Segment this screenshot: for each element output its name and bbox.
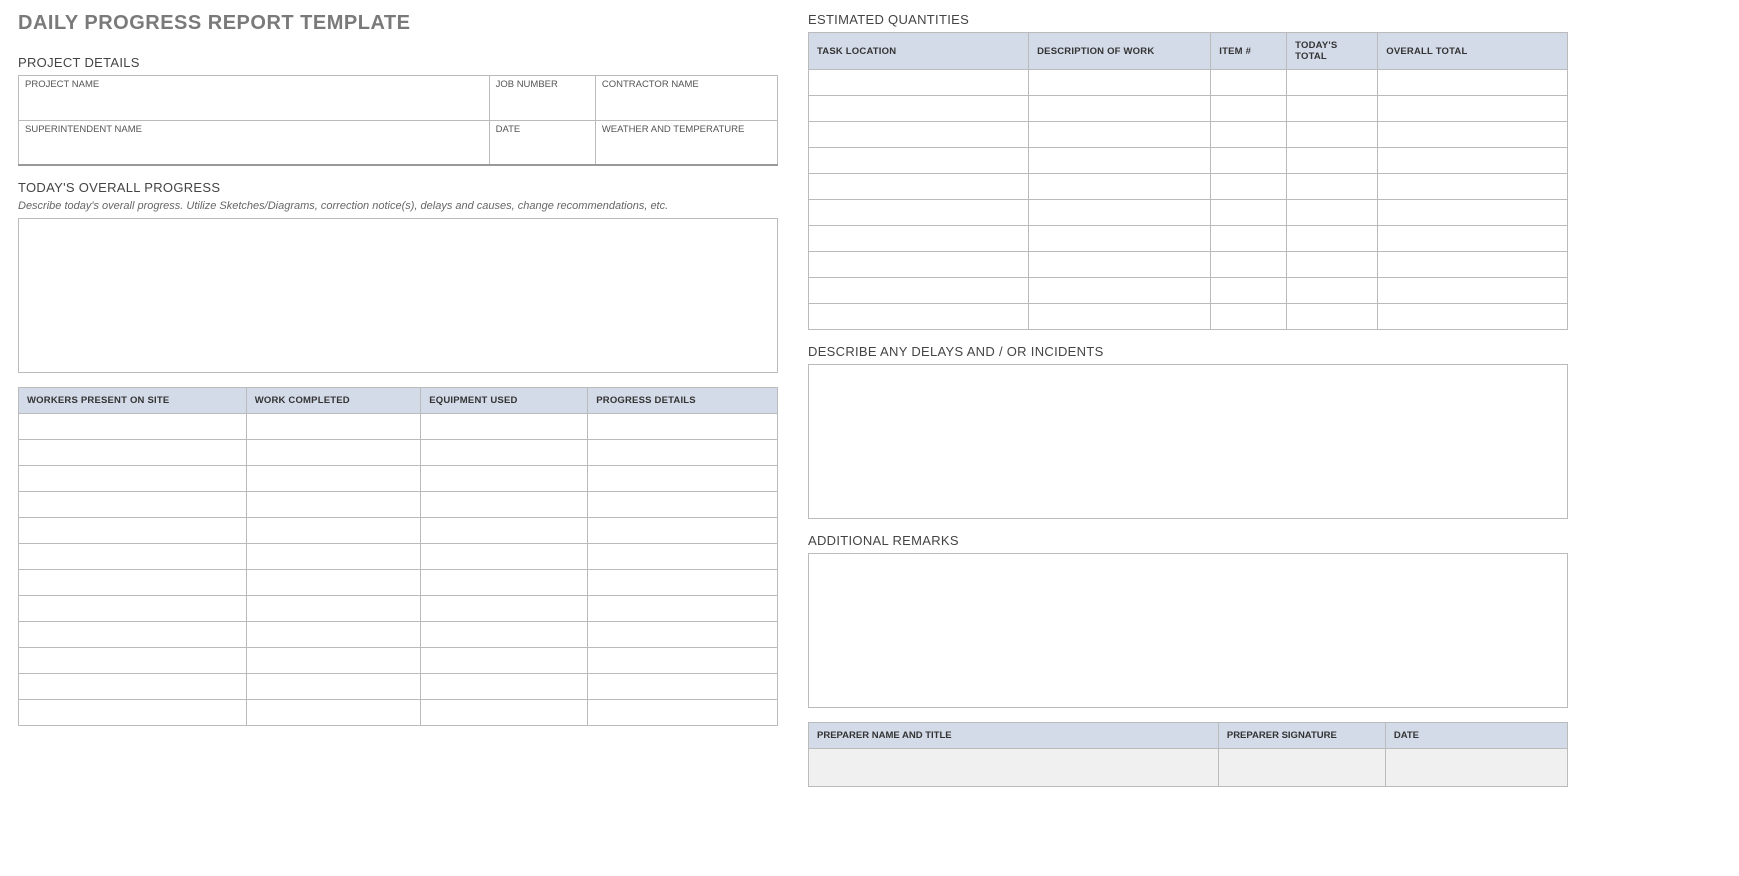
field-contractor-name[interactable]	[595, 92, 777, 120]
col-description: DESCRIPTION OF WORK	[1029, 33, 1211, 70]
overall-progress-heading: TODAY'S OVERALL PROGRESS	[18, 180, 778, 195]
project-details-heading: PROJECT DETAILS	[18, 55, 778, 70]
progress-table: WORKERS PRESENT ON SITE WORK COMPLETED E…	[18, 387, 778, 726]
col-date: DATE	[1385, 723, 1567, 749]
label-job-number: JOB NUMBER	[489, 76, 595, 93]
table-row[interactable]	[19, 647, 778, 673]
remarks-heading: ADDITIONAL REMARKS	[808, 533, 1568, 548]
table-row[interactable]	[809, 304, 1568, 330]
table-row[interactable]	[19, 595, 778, 621]
col-today-total: TODAY'S TOTAL	[1287, 33, 1378, 70]
table-row[interactable]	[19, 465, 778, 491]
col-preparer-signature: PREPARER SIGNATURE	[1218, 723, 1385, 749]
table-row[interactable]	[809, 226, 1568, 252]
delays-box[interactable]	[808, 364, 1568, 519]
table-row[interactable]	[19, 413, 778, 439]
table-row[interactable]	[19, 439, 778, 465]
field-preparer-name[interactable]	[809, 749, 1219, 787]
col-overall-total: OVERALL TOTAL	[1378, 33, 1568, 70]
table-row[interactable]	[19, 699, 778, 725]
table-row[interactable]	[19, 621, 778, 647]
field-superintendent-name[interactable]	[19, 137, 490, 165]
table-row[interactable]	[809, 70, 1568, 96]
label-contractor-name: CONTRACTOR NAME	[595, 76, 777, 93]
field-preparer-signature[interactable]	[1218, 749, 1385, 787]
overall-instruction: Describe today's overall progress. Utili…	[18, 200, 778, 212]
col-equipment: EQUIPMENT USED	[421, 387, 588, 413]
table-row[interactable]	[809, 96, 1568, 122]
col-work-completed: WORK COMPLETED	[246, 387, 421, 413]
field-date[interactable]	[489, 137, 595, 165]
field-job-number[interactable]	[489, 92, 595, 120]
table-row[interactable]	[809, 200, 1568, 226]
field-project-name[interactable]	[19, 92, 490, 120]
table-row[interactable]	[19, 569, 778, 595]
table-row[interactable]	[809, 278, 1568, 304]
label-date: DATE	[489, 120, 595, 137]
table-row[interactable]	[19, 673, 778, 699]
field-weather[interactable]	[595, 137, 777, 165]
table-row[interactable]	[809, 174, 1568, 200]
quantities-table: TASK LOCATION DESCRIPTION OF WORK ITEM #…	[808, 32, 1568, 330]
table-row[interactable]	[19, 543, 778, 569]
document-title: DAILY PROGRESS REPORT TEMPLATE	[18, 12, 778, 35]
col-task-location: TASK LOCATION	[809, 33, 1029, 70]
signature-table: PREPARER NAME AND TITLE PREPARER SIGNATU…	[808, 722, 1568, 787]
table-row[interactable]	[809, 252, 1568, 278]
label-weather: WEATHER AND TEMPERATURE	[595, 120, 777, 137]
field-preparer-date[interactable]	[1385, 749, 1567, 787]
table-row[interactable]	[19, 491, 778, 517]
label-superintendent-name: SUPERINTENDENT NAME	[19, 120, 490, 137]
estimated-quantities-heading: ESTIMATED QUANTITIES	[808, 12, 1568, 27]
table-row[interactable]	[19, 517, 778, 543]
delays-heading: DESCRIBE ANY DELAYS AND / OR INCIDENTS	[808, 344, 1568, 359]
remarks-box[interactable]	[808, 553, 1568, 708]
project-details-table: PROJECT NAME JOB NUMBER CONTRACTOR NAME …	[18, 75, 778, 166]
overall-progress-box[interactable]	[18, 218, 778, 373]
left-column: DAILY PROGRESS REPORT TEMPLATE PROJECT D…	[18, 12, 778, 787]
col-item-number: ITEM #	[1211, 33, 1287, 70]
label-project-name: PROJECT NAME	[19, 76, 490, 93]
col-progress-details: PROGRESS DETAILS	[588, 387, 778, 413]
col-preparer-name: PREPARER NAME AND TITLE	[809, 723, 1219, 749]
table-row[interactable]	[809, 122, 1568, 148]
col-workers: WORKERS PRESENT ON SITE	[19, 387, 247, 413]
right-column: ESTIMATED QUANTITIES TASK LOCATION DESCR…	[808, 12, 1568, 787]
table-row[interactable]	[809, 148, 1568, 174]
